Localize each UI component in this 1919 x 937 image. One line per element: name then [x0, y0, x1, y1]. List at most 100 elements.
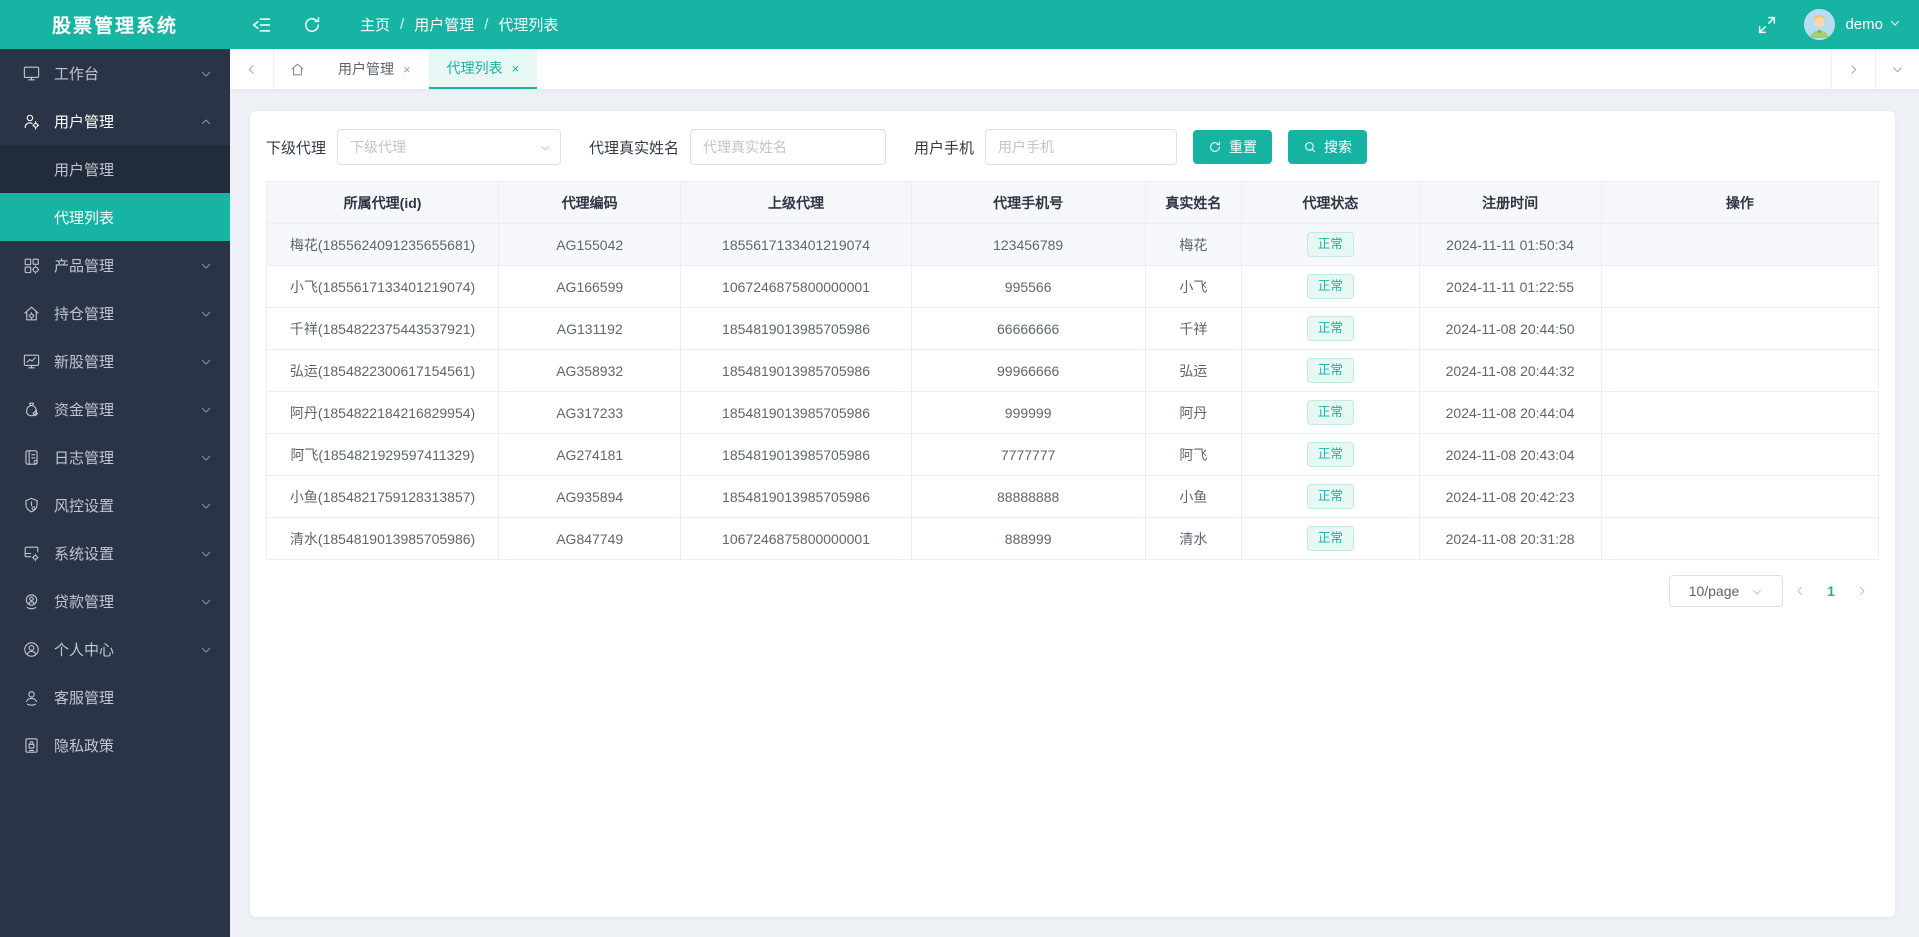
filter-agent-real-name: 代理真实姓名 [589, 129, 887, 165]
cell-agent-status: 正常 [1241, 517, 1420, 560]
home-icon[interactable] [274, 49, 320, 89]
filter-label: 用户手机 [914, 139, 975, 157]
avatar[interactable] [1804, 9, 1836, 40]
table-row[interactable]: 梅花(1855624091235655681) AG155042 1855617… [265, 223, 1880, 266]
next-page-icon[interactable] [1845, 575, 1879, 607]
sidebar-item-label: 贷款管理 [54, 593, 115, 611]
sidebar-subitem-user-management[interactable]: 用户管理 [0, 145, 230, 193]
breadcrumb-home[interactable]: 主页 [360, 14, 390, 35]
chevron-down-icon [200, 643, 212, 655]
close-icon[interactable]: × [403, 63, 411, 76]
sidebar-item-workbench[interactable]: 工作台 [0, 49, 230, 97]
user-menu-chevron-down-icon[interactable] [1889, 16, 1901, 34]
cell-parent-agent: 1854819013985705986 [680, 349, 912, 392]
chevron-down-icon [1751, 585, 1763, 597]
agent-real-name-input[interactable] [690, 129, 887, 165]
cell-register-time: 2024-11-08 20:44:32 [1418, 349, 1602, 392]
breadcrumb-separator: / [400, 16, 405, 33]
sidebar-subitem-agent-list[interactable]: 代理列表 [0, 193, 230, 241]
cell-agent-status: 正常 [1241, 307, 1420, 350]
search-button[interactable]: 搜索 [1288, 130, 1368, 164]
chevron-down-icon [200, 547, 212, 559]
table-row[interactable]: 清水(1854819013985705986) AG847749 1067246… [265, 517, 1880, 560]
user-settings-icon [22, 112, 41, 131]
user-phone-input[interactable] [985, 129, 1178, 165]
sidebar-item-label: 风控设置 [54, 497, 115, 515]
app-header: 股票管理系统 主页 / 用户管理 / 代理列表 demo [0, 0, 1919, 49]
status-badge: 正常 [1306, 316, 1354, 341]
collapse-sidebar-icon[interactable] [252, 15, 272, 35]
sidebar-item-risk-control-settings[interactable]: 风控设置 [0, 481, 230, 529]
chevron-up-icon [200, 115, 212, 127]
sidebar-item-funds-management[interactable]: 资金管理 [0, 385, 230, 433]
cell-parent-agent: 1067246875800000001 [680, 265, 912, 308]
close-icon[interactable]: × [512, 62, 520, 75]
sidebar-item-user-management[interactable]: 用户管理 [0, 97, 230, 145]
tabs-scroll-left-icon[interactable] [230, 49, 274, 89]
cell-real-name: 千祥 [1144, 307, 1243, 350]
table-row[interactable]: 弘运(1854822300617154561) AG358932 1854819… [265, 349, 1880, 392]
filter-label: 下级代理 [266, 139, 327, 157]
sidebar-item-customer-service[interactable]: 客服管理 [0, 673, 230, 721]
loan-icon [22, 592, 41, 611]
shield-icon [22, 496, 41, 515]
table-row[interactable]: 阿丹(1854822184216829954) AG317233 1854819… [265, 391, 1880, 434]
reset-button[interactable]: 重置 [1193, 130, 1273, 164]
page-size-select[interactable]: 10/page [1669, 575, 1783, 607]
reset-button-label: 重置 [1229, 139, 1258, 155]
tab-agent-list[interactable]: 代理列表 × [428, 49, 538, 89]
cell-agent-phone: 7777777 [910, 433, 1146, 476]
sidebar-item-log-management[interactable]: 日志管理 [0, 433, 230, 481]
sidebar-item-new-stock-management[interactable]: 新股管理 [0, 337, 230, 385]
search-icon [1305, 142, 1316, 153]
tab-user-management[interactable]: 用户管理 × [320, 49, 429, 89]
home-gear-icon [22, 304, 41, 323]
refresh-icon[interactable] [302, 15, 322, 35]
prev-page-icon[interactable] [1783, 575, 1817, 607]
tabs-scroll-right-icon[interactable] [1831, 49, 1875, 89]
sidebar-item-label: 隐私政策 [54, 737, 115, 755]
tabs-options-chevron-down-icon[interactable] [1875, 49, 1919, 89]
cell-owner-agent-id: 小鱼(1854821759128313857) [265, 475, 500, 518]
table-row[interactable]: 小鱼(1854821759128313857) AG935894 1854819… [265, 475, 1880, 518]
cell-agent-phone: 888999 [910, 517, 1146, 560]
col-agent-status: 代理状态 [1241, 181, 1420, 224]
fullscreen-icon[interactable] [1756, 14, 1778, 36]
cell-agent-status: 正常 [1241, 265, 1420, 308]
table-row[interactable]: 千祥(1854822375443537921) AG131192 1854819… [265, 307, 1880, 350]
journal-icon [22, 448, 41, 467]
chevron-down-icon [200, 403, 212, 415]
cell-agent-code: AG274181 [498, 433, 682, 476]
cell-parent-agent: 1854819013985705986 [680, 475, 912, 518]
breadcrumb-user-management[interactable]: 用户管理 [414, 14, 474, 35]
col-agent-code: 代理编码 [498, 181, 682, 224]
status-badge: 正常 [1306, 400, 1354, 425]
filter-user-phone: 用户手机 [914, 129, 1178, 165]
username[interactable]: demo [1845, 16, 1883, 33]
cell-agent-code: AG358932 [498, 349, 682, 392]
user-management-submenu: 用户管理 代理列表 [0, 145, 230, 241]
cell-parent-agent: 1067246875800000001 [680, 517, 912, 560]
cell-agent-code: AG155042 [498, 223, 682, 266]
sidebar-item-label: 客服管理 [54, 689, 115, 707]
table-row[interactable]: 小飞(1855617133401219074) AG166599 1067246… [265, 265, 1880, 308]
cell-real-name: 小鱼 [1144, 475, 1243, 518]
sub-agent-select[interactable] [337, 129, 562, 165]
user-circle-icon [22, 640, 41, 659]
table-row[interactable]: 阿飞(1854821929597411329) AG274181 1854819… [265, 433, 1880, 476]
tab-label: 用户管理 [338, 61, 394, 77]
sidebar-item-system-settings[interactable]: 系统设置 [0, 529, 230, 577]
sidebar-item-loan-management[interactable]: 贷款管理 [0, 577, 230, 625]
cell-agent-phone: 123456789 [910, 223, 1146, 266]
sidebar-item-product-management[interactable]: 产品管理 [0, 241, 230, 289]
sidebar-item-personal-center[interactable]: 个人中心 [0, 625, 230, 673]
chevron-down-icon [200, 499, 212, 511]
sidebar-item-privacy-policy[interactable]: 隐私政策 [0, 721, 230, 769]
header-bar: 主页 / 用户管理 / 代理列表 demo [230, 9, 1919, 40]
cell-agent-status: 正常 [1241, 349, 1420, 392]
sidebar-item-position-management[interactable]: 持仓管理 [0, 289, 230, 337]
page-number[interactable]: 1 [1817, 583, 1845, 599]
cell-actions [1600, 265, 1880, 308]
cell-agent-phone: 88888888 [910, 475, 1146, 518]
cell-register-time: 2024-11-08 20:44:50 [1418, 307, 1602, 350]
